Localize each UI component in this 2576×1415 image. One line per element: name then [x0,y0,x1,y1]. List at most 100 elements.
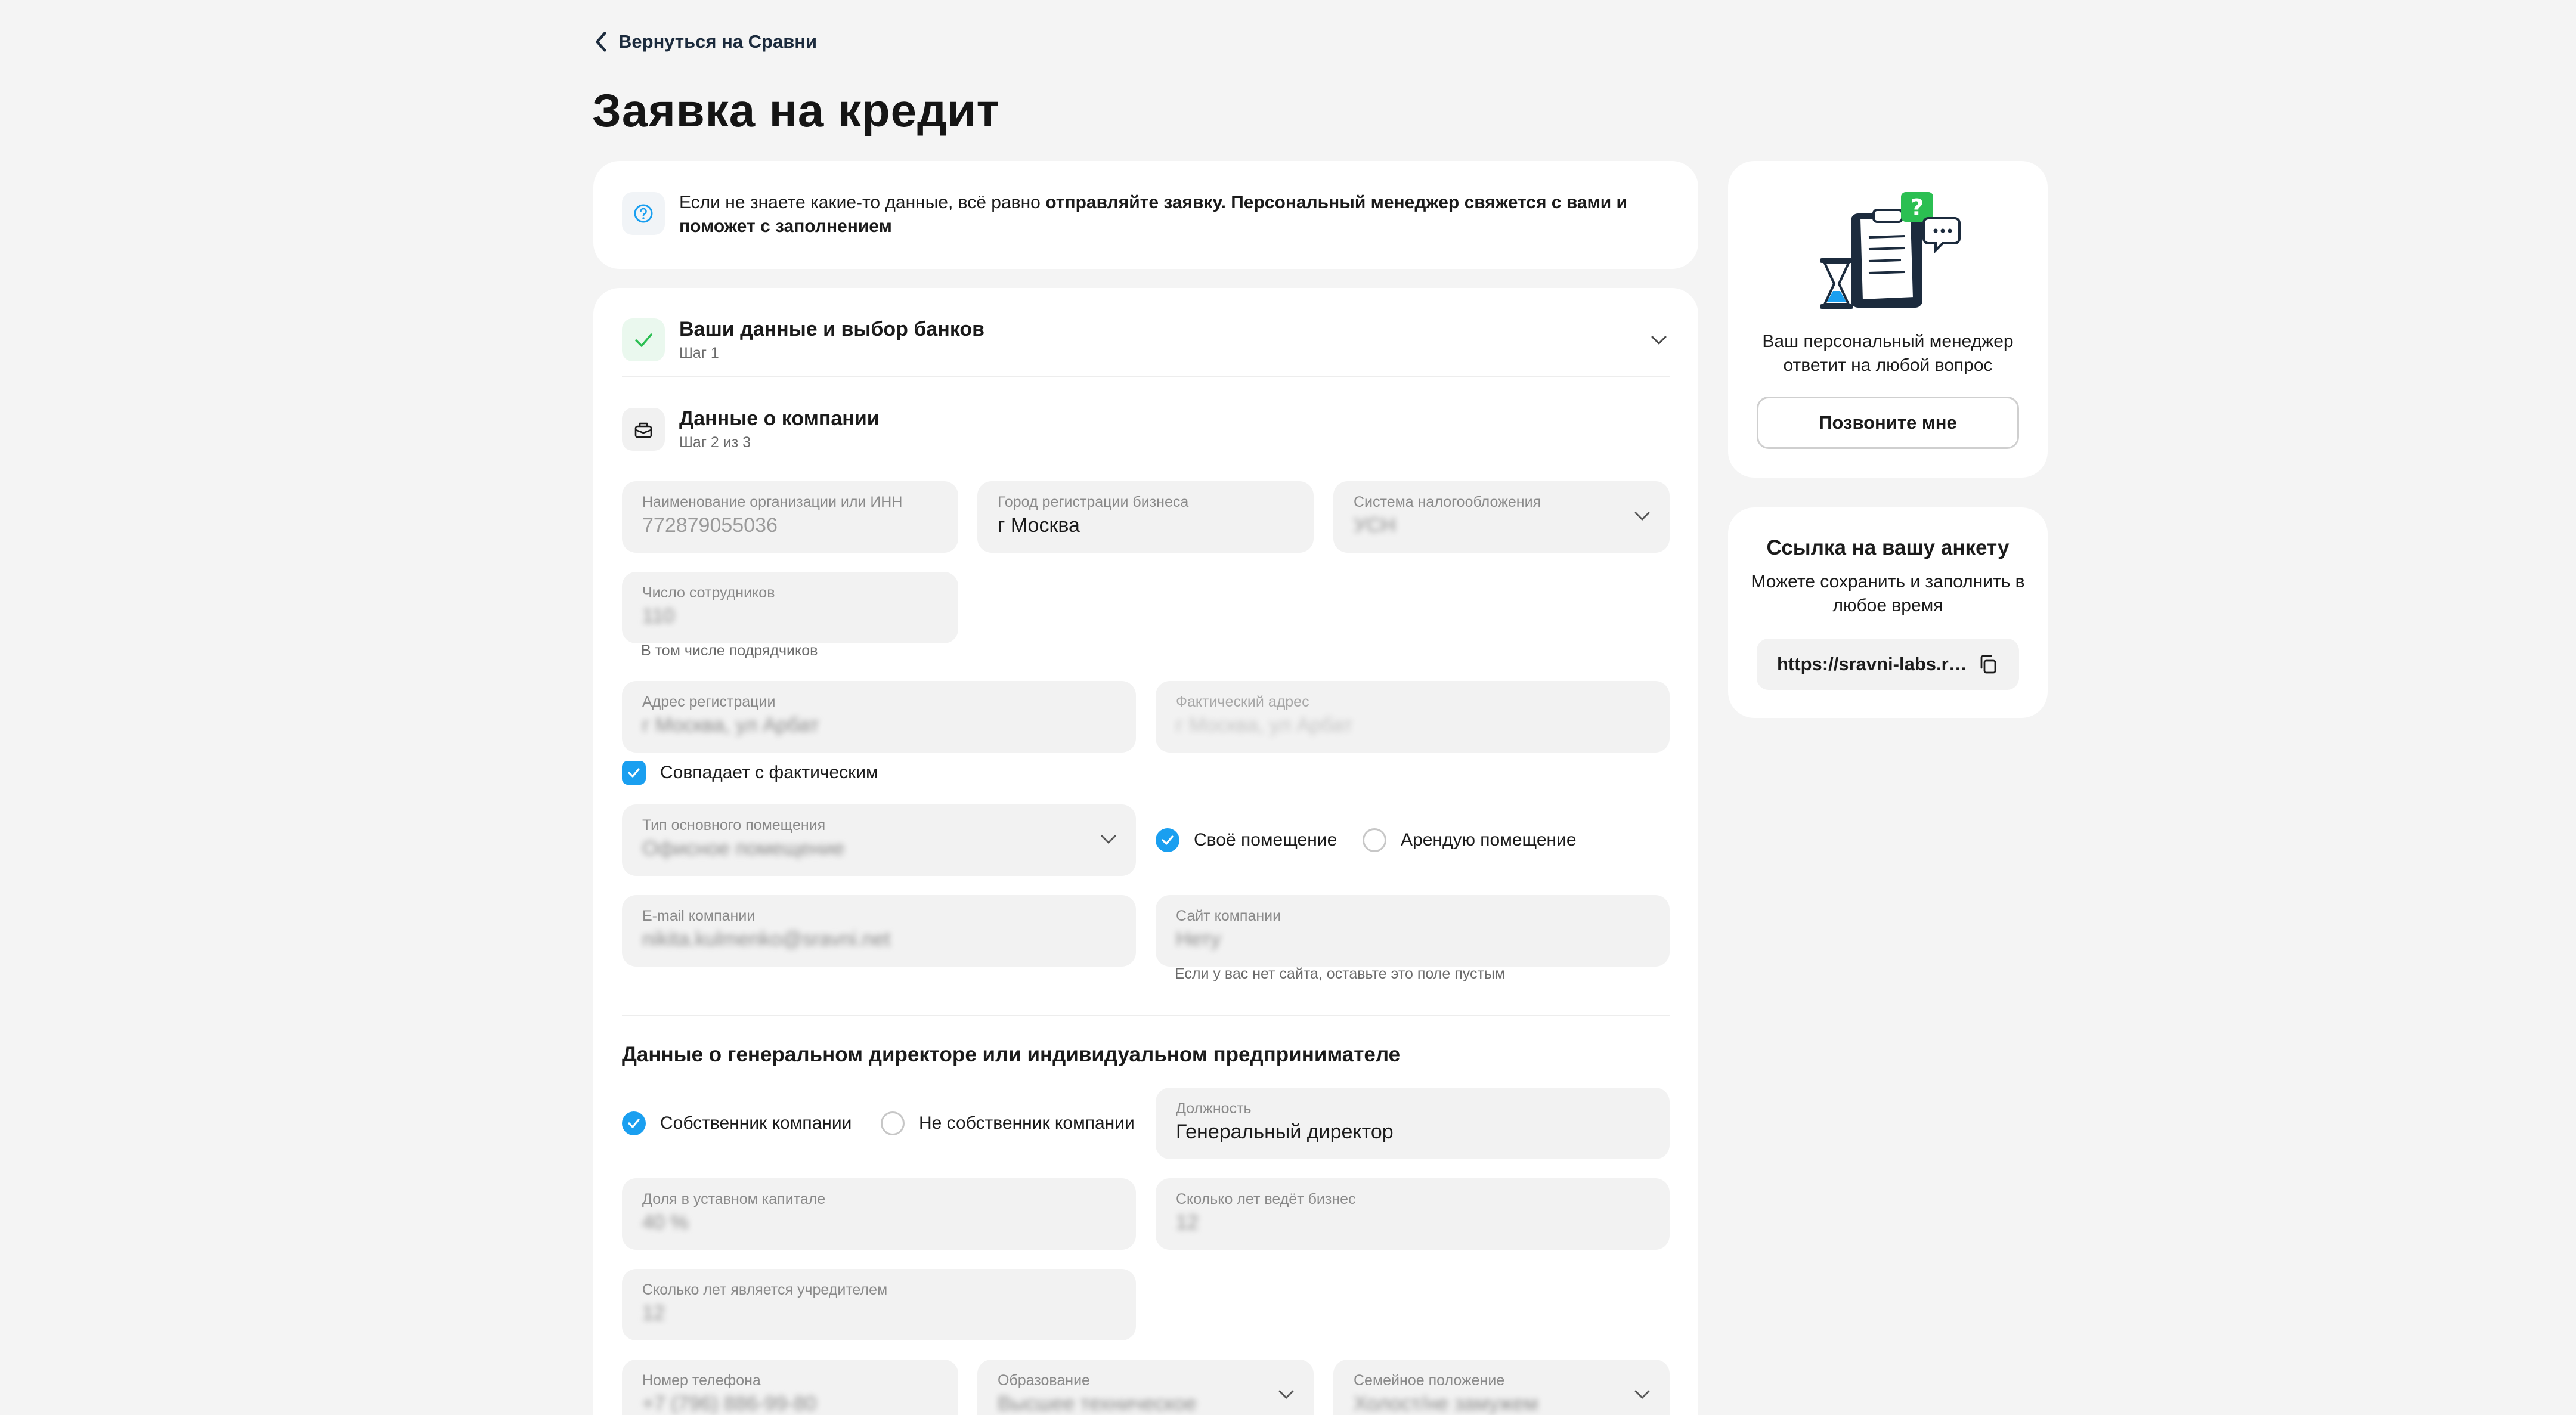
info-text: Если не знаете какие-то данные, всё равн… [679,193,1627,236]
chevron-down-icon [1101,835,1116,844]
field-label: Адрес регистрации [642,693,776,710]
field-label: Сайт компании [1176,908,1281,924]
chevron-left-icon [596,32,606,52]
premises-type-select[interactable]: Тип основного помещения Офисное помещени… [622,804,1136,876]
field-label: Город регистрации бизнеса [998,494,1189,510]
years-founder-field[interactable]: Сколько лет является учредителем 12 [622,1269,1136,1340]
step-2-header: Данные о компании Шаг 2 из 3 [622,407,880,451]
manager-text: Ваш персональный менеджер ответит на люб… [1762,332,2014,375]
field-label: Тип основного помещения [642,817,826,834]
checkbox-label: Совпадает с фактическим [660,763,878,782]
clipboard-illustration: ? [1820,192,1961,309]
radio-label: Не собственник компании [919,1113,1135,1133]
field-value: Офисное помещение [642,837,845,860]
registration-address-field[interactable]: Адрес регистрации г Москва, ул Арбат [622,681,1136,753]
field-value: 110 [642,605,675,627]
field-value: 772879055036 [642,514,778,537]
not-owner-radio[interactable]: Не собственник компании [881,1111,1135,1135]
field-value: УСН [1354,514,1396,537]
chevron-down-icon [1634,512,1650,521]
own-premises-radio[interactable]: Своё помещение [1156,828,1337,852]
site-hint: Если у вас нет сайта, оставьте это поле … [1175,965,1506,982]
page-title: Заявка на кредит [592,84,1000,137]
radio-label: Собственник компании [660,1113,852,1133]
company-site-field[interactable]: Сайт компании Нету [1156,895,1670,967]
radio-unchecked-icon [881,1111,905,1135]
call-me-button[interactable]: Позвоните мне [1757,397,2019,449]
field-label: Сколько лет является учредителем [642,1281,888,1298]
manager-card: ? Ваш персональный менеджер ответит на л… [1728,161,2048,478]
field-value: 12 [642,1302,665,1324]
briefcase-icon [622,408,665,451]
field-value: 40 % [642,1211,689,1234]
years-in-business-field[interactable]: Сколько лет ведёт бизнес 12 [1156,1178,1670,1250]
same-address-checkbox[interactable]: Совпадает с фактическим [622,761,878,785]
step-2-subtitle: Шаг 2 из 3 [679,434,751,451]
divider [622,1015,1670,1016]
field-label: Семейное положение [1354,1372,1505,1389]
field-label: Образование [998,1372,1090,1389]
education-select[interactable]: Образование Высшее техническое [977,1360,1314,1415]
field-value: Высшее техническое [998,1392,1197,1415]
radio-checked-icon [622,1111,646,1135]
actual-address-field: Фактический адрес г Москва, ул Арбат [1156,681,1670,753]
form-link-title: Ссылка на вашу анкету [1766,536,2010,559]
field-value: Нету [1176,928,1221,950]
field-label: Число сотрудников [642,584,775,601]
form-link-card: Ссылка на вашу анкету Можете сохранить и… [1728,507,2048,718]
divider [622,376,1670,377]
field-label: Номер телефона [642,1372,761,1389]
field-label: Доля в уставном капитале [642,1191,826,1207]
info-banner: Если не знаете какие-то данные, всё равн… [593,161,1698,269]
chevron-down-icon[interactable] [1648,330,1670,351]
step-1-header[interactable]: Ваши данные и выбор банков Шаг 1 [622,318,984,362]
chevron-down-icon [1278,1390,1294,1399]
step-2-title: Данные о компании [679,407,880,430]
form-link-copy[interactable]: https://sravni-labs.ru/... [1757,639,2019,690]
employees-hint: В том числе подрядчиков [641,642,818,659]
question-icon [622,192,665,235]
chevron-down-icon [1634,1390,1650,1399]
owner-radio[interactable]: Собственник компании [622,1111,852,1135]
tax-system-select[interactable]: Система налогообложения УСН [1333,481,1670,553]
field-value: Генеральный директор [1176,1120,1394,1143]
field-label: Система налогообложения [1354,494,1541,510]
step-1-title: Ваши данные и выбор банков [679,318,985,340]
capital-share-field[interactable]: Доля в уставном капитале 40 % [622,1178,1136,1250]
employees-field[interactable]: Число сотрудников 110 [622,572,958,643]
field-value: г Москва, ул Арбат [642,714,819,736]
radio-label: Арендую помещение [1401,830,1577,850]
field-value: nikita.kulmenko@sravni.net [642,928,891,950]
form-link-url: https://sravni-labs.ru/... [1777,654,1974,674]
field-value: г Москва, ул Арбат [1176,714,1353,736]
copy-icon[interactable] [1977,654,1999,675]
position-field[interactable]: Должность Генеральный директор [1156,1088,1670,1159]
step-1-subtitle: Шаг 1 [679,345,719,361]
rent-premises-radio[interactable]: Арендую помещение [1363,828,1577,852]
back-link-label: Вернуться на Сравни [618,31,818,52]
org-inn-field[interactable]: Наименование организации или ИНН 7728790… [622,481,958,553]
field-label: Сколько лет ведёт бизнес [1176,1191,1356,1207]
company-email-field[interactable]: E-mail компании nikita.kulmenko@sravni.n… [622,895,1136,967]
checkbox-checked-icon [622,761,646,785]
marital-status-select[interactable]: Семейное положение Холост/не замужем [1333,1360,1670,1415]
field-value: 12 [1176,1211,1199,1234]
radio-unchecked-icon [1363,828,1386,852]
field-value: г Москва [998,514,1080,537]
radio-checked-icon [1156,828,1179,852]
director-section-heading: Данные о генеральном директоре или индив… [622,1043,1401,1066]
application-form: Ваши данные и выбор банков Шаг 1 Данные … [593,288,1698,1415]
field-label: E-mail компании [642,908,756,924]
field-value: +7 (796) 886-99-80 [642,1392,817,1415]
field-value: Холост/не замужем [1354,1392,1538,1415]
phone-field[interactable]: Номер телефона +7 (796) 886-99-80 [622,1360,958,1415]
field-label: Наименование организации или ИНН [642,494,903,510]
field-label: Должность [1176,1100,1252,1117]
check-icon [622,318,665,361]
back-link[interactable]: Вернуться на Сравни [593,31,817,52]
svg-text:?: ? [1911,194,1924,221]
city-field[interactable]: Город регистрации бизнеса г Москва [977,481,1314,553]
field-label: Фактический адрес [1176,693,1309,710]
radio-label: Своё помещение [1194,830,1337,850]
form-link-subtitle: Можете сохранить и заполнить в любое вре… [1751,572,2025,615]
